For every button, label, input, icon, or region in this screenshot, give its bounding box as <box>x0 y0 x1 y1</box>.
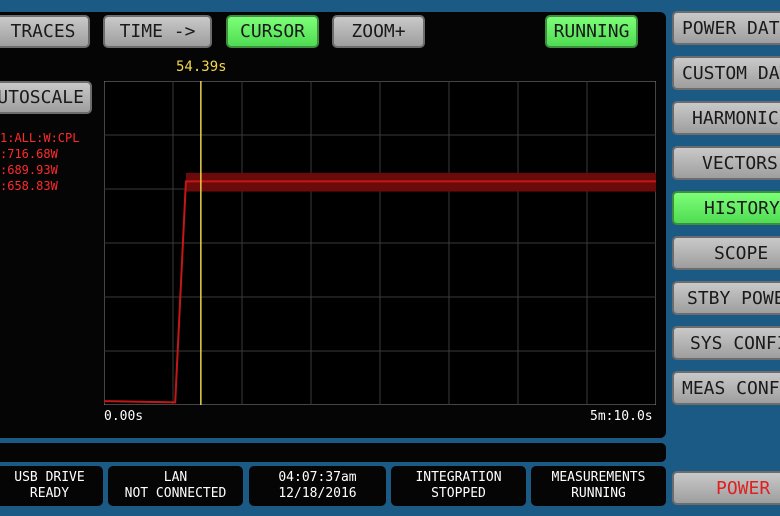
sidebar-item-sys-config[interactable]: SYS CONFIG <box>672 326 780 360</box>
trace-readouts: 1:ALL:W:CPL :716.68W :689.93W :658.83W <box>0 130 102 194</box>
zoom-button-label: ZOOM+ <box>351 20 406 42</box>
power-button[interactable]: POWER <box>672 471 780 505</box>
status-time: 04:07:37am <box>278 470 357 485</box>
autoscale-button-label: AUTOSCALE <box>0 86 84 108</box>
status-line2: READY <box>29 486 70 501</box>
readout-min: :658.83W <box>0 179 58 193</box>
sidebar-item-label: HISTORY <box>704 197 780 219</box>
cursor-button[interactable]: CURSOR <box>226 15 319 48</box>
sidebar-item-label: SYS CONFIG <box>690 332 780 354</box>
status-datetime: 04:07:37am 12/18/2016 <box>249 466 386 506</box>
sidebar-item-history[interactable]: HISTORY <box>672 191 780 225</box>
status-line2: STOPPED <box>431 486 486 501</box>
readout-channel: 1:ALL:W:CPL <box>0 131 80 145</box>
x-end-label: 5m:10.0s <box>590 409 653 424</box>
cursor-button-label: CURSOR <box>239 20 306 42</box>
status-measurements: MEASUREMENTS RUNNING <box>531 466 666 506</box>
status-line2: NOT CONNECTED <box>124 486 227 501</box>
sidebar-item-power-data[interactable]: POWER DATA <box>672 11 780 45</box>
readout-max: :716.68W <box>0 147 58 161</box>
status-usb-drive: USB DRIVE READY <box>0 466 103 506</box>
running-button[interactable]: RUNNING <box>545 15 638 48</box>
sidebar-item-label: HARMONICS <box>692 107 780 129</box>
status-integration: INTEGRATION STOPPED <box>391 466 526 506</box>
x-start-label: 0.00s <box>104 409 144 424</box>
sidebar-item-meas-config[interactable]: MEAS CONFIG <box>672 371 780 405</box>
sidebar-item-label: MEAS CONFIG <box>682 377 780 399</box>
power-button-label: POWER <box>716 477 771 499</box>
running-button-label: RUNNING <box>553 20 630 42</box>
sidebar-item-scope[interactable]: SCOPE <box>672 236 780 270</box>
sidebar-item-custom-data[interactable]: CUSTOM DATA <box>672 56 780 90</box>
autoscale-button[interactable]: AUTOSCALE <box>0 81 92 114</box>
status-line1: USB DRIVE <box>14 470 85 485</box>
horizontal-scrollbar[interactable] <box>0 443 666 462</box>
time-button-label: TIME -> <box>119 20 196 42</box>
status-line1: LAN <box>163 470 188 485</box>
time-button[interactable]: TIME -> <box>103 15 212 48</box>
sidebar-item-label: SCOPE <box>714 242 769 264</box>
sidebar-item-label: STBY POWER <box>687 287 780 309</box>
zoom-button[interactable]: ZOOM+ <box>332 15 425 48</box>
status-line2: RUNNING <box>571 486 626 501</box>
sidebar-item-label: POWER DATA <box>682 17 780 39</box>
sidebar-item-label: VECTORS <box>702 152 778 174</box>
sidebar-item-harmonics[interactable]: HARMONICS <box>672 101 780 135</box>
cursor-time-label: 54.39s <box>176 59 227 75</box>
sidebar-item-stby-power[interactable]: STBY POWER <box>672 281 780 315</box>
status-date: 12/18/2016 <box>278 486 357 501</box>
sidebar-item-label: CUSTOM DATA <box>682 62 780 84</box>
status-lan: LAN NOT CONNECTED <box>108 466 243 506</box>
status-line1: MEASUREMENTS <box>551 470 646 485</box>
status-line1: INTEGRATION <box>415 470 502 485</box>
traces-button[interactable]: TRACES <box>0 15 90 48</box>
history-plot[interactable] <box>104 81 656 405</box>
traces-button-label: TRACES <box>10 20 76 42</box>
readout-avg: :689.93W <box>0 163 58 177</box>
sidebar-item-vectors[interactable]: VECTORS <box>672 146 780 180</box>
